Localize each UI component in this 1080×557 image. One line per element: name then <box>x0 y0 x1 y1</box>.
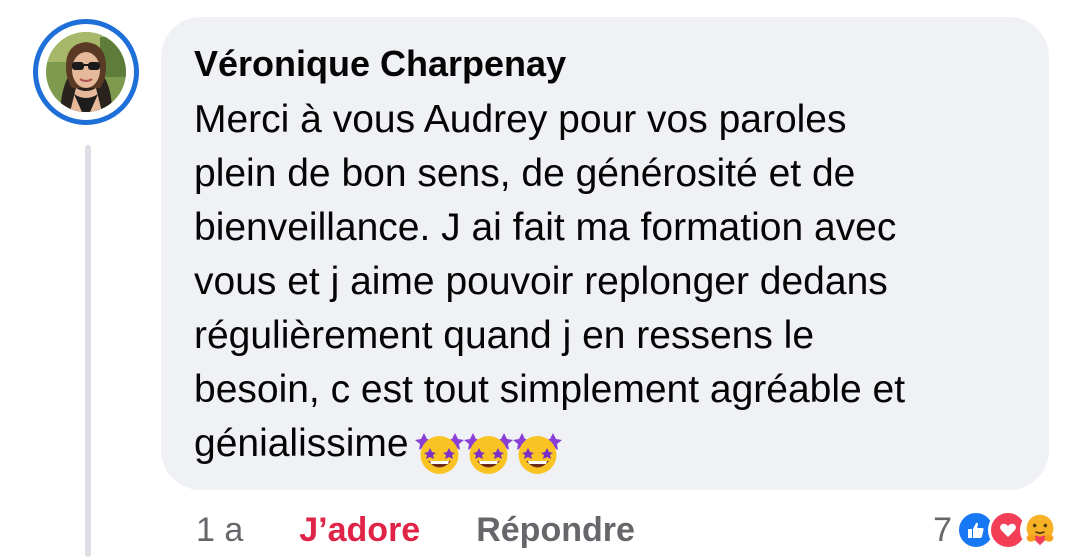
care-icon <box>1020 510 1060 550</box>
reaction-count: 7 <box>933 510 952 549</box>
reaction-icons <box>956 510 1060 550</box>
comment-timestamp[interactable]: 1 a <box>196 511 243 550</box>
comment-actions: 1 a J’adore Répondre <box>196 505 635 555</box>
star-struck-icon <box>512 431 562 475</box>
comment-thread: Véronique Charpenay Merci à vous Audrey … <box>0 0 1080 557</box>
avatar[interactable] <box>33 19 139 125</box>
star-struck-icon <box>414 431 464 475</box>
comment-bubble: Véronique Charpenay Merci à vous Audrey … <box>161 17 1049 490</box>
comment-author-name[interactable]: Véronique Charpenay <box>194 43 566 85</box>
comment-text: Merci à vous Audrey pour vos paroles ple… <box>194 98 906 465</box>
star-struck-icon <box>463 431 513 475</box>
emoji-group <box>414 424 562 478</box>
love-reaction-button[interactable]: J’adore <box>299 511 420 550</box>
profile-photo-image <box>46 32 126 112</box>
comment-body: Merci à vous Audrey pour vos paroles ple… <box>194 93 1034 478</box>
profile-photo-icon <box>46 32 126 112</box>
reply-button[interactable]: Répondre <box>476 511 635 550</box>
reaction-summary[interactable]: 7 <box>933 505 1060 555</box>
thread-line <box>85 145 91 557</box>
